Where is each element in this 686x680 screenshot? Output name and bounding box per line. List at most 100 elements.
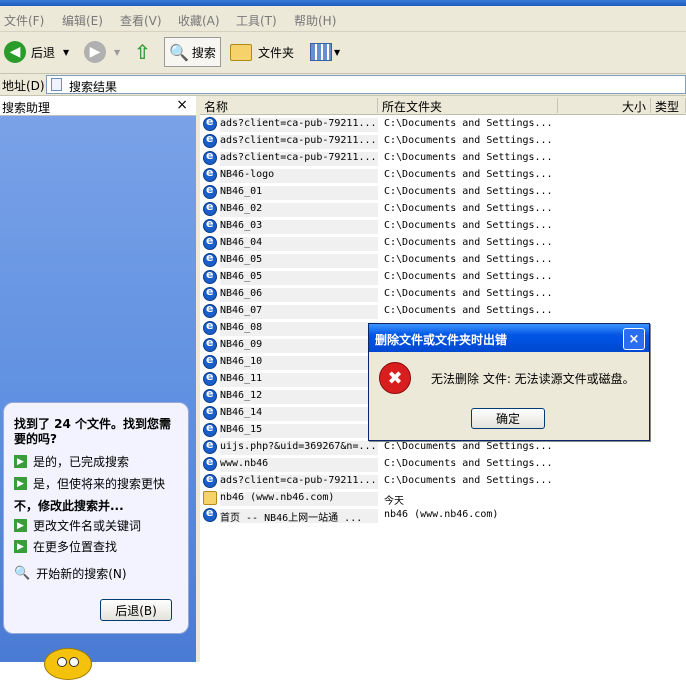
row-name: NB46_08: [220, 322, 378, 336]
column-type[interactable]: 类型: [651, 98, 686, 114]
table-row[interactable]: NB46_01 C:\Documents and Settings...: [200, 183, 686, 201]
pane-header: 搜索助理 ×: [0, 96, 196, 116]
folders-button[interactable]: 文件夹: [230, 37, 294, 67]
row-name: NB46_01: [220, 186, 378, 200]
row-name: NB46_02: [220, 203, 378, 217]
address-field[interactable]: 搜索结果: [46, 75, 686, 94]
assistant-back-button[interactable]: 后退(B): [100, 599, 172, 621]
arrow-right-icon: ▶: [14, 519, 27, 532]
table-row[interactable]: NB46_04 C:\Documents and Settings...: [200, 234, 686, 252]
menu-favorites[interactable]: 收藏(A): [178, 12, 220, 29]
address-value: 搜索结果: [69, 80, 118, 94]
row-name: NB46_03: [220, 220, 378, 234]
dialog-title: 删除文件或文件夹时出错: [375, 333, 508, 347]
found-message: 找到了 24 个文件。找到您需要的吗?: [14, 417, 172, 446]
row-name: NB46_06: [220, 288, 378, 302]
row-folder: C:\Documents and Settings...: [384, 152, 553, 163]
table-row[interactable]: nb46 (www.nb46.com) 今天: [200, 490, 686, 507]
table-row[interactable]: NB46_03 C:\Documents and Settings...: [200, 217, 686, 235]
option-faster[interactable]: ▶ 是，但使将来的搜索更快: [14, 475, 165, 492]
row-name: NB46_14: [220, 407, 378, 421]
up-folder-button[interactable]: ⇧: [134, 37, 151, 67]
table-row[interactable]: NB46_02 C:\Documents and Settings...: [200, 200, 686, 218]
menu-file[interactable]: 文件(F): [4, 12, 44, 29]
ie-document-icon: [203, 285, 217, 301]
row-folder: C:\Documents and Settings...: [384, 305, 553, 316]
ie-document-icon: [203, 336, 217, 352]
ie-document-icon: [203, 149, 217, 165]
column-size[interactable]: 大小: [558, 98, 651, 114]
row-folder: C:\Documents and Settings...: [384, 135, 553, 146]
forward-arrow-icon: ▶: [84, 41, 106, 63]
folder-icon: [203, 491, 217, 505]
ok-button[interactable]: 确定: [471, 408, 545, 429]
option-label: 更改文件名或关键词: [33, 519, 142, 533]
ie-document-icon: [203, 251, 217, 267]
table-row[interactable]: NB46_05 C:\Documents and Settings...: [200, 268, 686, 286]
address-label: 地址(D): [2, 79, 45, 93]
row-name: NB46_05: [220, 254, 378, 268]
close-icon[interactable]: ×: [623, 328, 645, 350]
row-name: ads?client=ca-pub-79211...: [220, 152, 378, 166]
ie-document-icon: [203, 217, 217, 233]
search-button[interactable]: 🔍 搜索: [164, 37, 221, 67]
row-folder: C:\Documents and Settings...: [384, 220, 553, 231]
menu-edit[interactable]: 编辑(E): [62, 12, 103, 29]
row-folder: 今天: [384, 496, 404, 507]
row-folder: C:\Documents and Settings...: [384, 237, 553, 248]
arrow-right-icon: ▶: [14, 477, 27, 490]
menu-view[interactable]: 查看(V): [120, 12, 162, 29]
refine-header: 不，修改此搜索并...: [14, 499, 124, 513]
option-change-name[interactable]: ▶ 更改文件名或关键词: [14, 517, 141, 534]
row-name: ads?client=ca-pub-79211...: [220, 475, 378, 489]
column-name[interactable]: 名称: [200, 98, 378, 114]
search-assistant-pane: 搜索助理 × 找到了 24 个文件。找到您需要的吗? ▶ 是的，已完成搜索 ▶ …: [0, 96, 196, 680]
row-folder: C:\Documents and Settings...: [384, 271, 553, 282]
forward-button[interactable]: ▶ ▼: [84, 37, 120, 67]
ie-document-icon: [203, 183, 217, 199]
close-icon[interactable]: ×: [176, 97, 188, 113]
row-name: ads?client=ca-pub-79211...: [220, 135, 378, 149]
table-row[interactable]: ads?client=ca-pub-79211... C:\Documents a…: [200, 149, 686, 167]
address-bar: 地址(D) 搜索结果: [0, 74, 686, 96]
chevron-down-icon[interactable]: ▼: [63, 48, 69, 57]
ie-document-icon: [203, 234, 217, 250]
table-row[interactable]: ads?client=ca-pub-79211... C:\Documents a…: [200, 115, 686, 133]
column-folder[interactable]: 所在文件夹: [378, 98, 558, 114]
views-button[interactable]: ▼: [310, 37, 340, 67]
row-folder: C:\Documents and Settings...: [384, 475, 553, 486]
back-button[interactable]: ◀ 后退 ▼: [4, 37, 69, 67]
row-name: NB46-logo: [220, 169, 378, 183]
arrow-right-icon: ▶: [14, 455, 27, 468]
row-name: 首页 -- NB46上网一站通 ...: [220, 509, 378, 523]
new-search-link[interactable]: 🔍 开始新的搜索(N): [14, 565, 127, 582]
table-row[interactable]: 首页 -- NB46上网一站通 ... nb46 (www.nb46.com): [200, 506, 686, 524]
table-row[interactable]: ads?client=ca-pub-79211... C:\Documents a…: [200, 132, 686, 150]
eye-icon: [69, 657, 79, 667]
table-row[interactable]: NB46_05 C:\Documents and Settings...: [200, 251, 686, 269]
chevron-down-icon[interactable]: ▼: [334, 48, 340, 57]
table-row[interactable]: NB46-logo C:\Documents and Settings...: [200, 166, 686, 184]
table-row[interactable]: www.nb46 C:\Documents and Settings...: [200, 455, 686, 473]
search-companion-dog-icon[interactable]: [44, 648, 92, 680]
option-done[interactable]: ▶ 是的，已完成搜索: [14, 453, 129, 470]
option-more-locations[interactable]: ▶ 在更多位置查找: [14, 538, 117, 555]
table-row[interactable]: NB46_07 C:\Documents and Settings...: [200, 302, 686, 320]
back-label: 后退: [31, 45, 56, 60]
chevron-down-icon[interactable]: ▼: [114, 48, 120, 57]
table-row[interactable]: ads?client=ca-pub-79211... C:\Documents a…: [200, 472, 686, 490]
row-name: NB46_09: [220, 339, 378, 353]
table-row[interactable]: NB46_06 C:\Documents and Settings...: [200, 285, 686, 303]
option-label: 是，但使将来的搜索更快: [33, 477, 166, 491]
table-row[interactable]: uijs.php?&uid=369267&n=... C:\Documents a…: [200, 438, 686, 456]
back-arrow-icon: ◀: [4, 41, 26, 63]
new-search-label: 开始新的搜索(N): [36, 567, 127, 581]
menu-help[interactable]: 帮助(H): [294, 12, 336, 29]
row-name: NB46_07: [220, 305, 378, 319]
up-arrow-icon: ⇧: [134, 40, 151, 64]
row-name: ads?client=ca-pub-79211...: [220, 118, 378, 132]
menu-tools[interactable]: 工具(T): [236, 12, 277, 29]
row-name: www.nb46: [220, 458, 378, 472]
ie-document-icon: [203, 268, 217, 284]
row-folder: nb46 (www.nb46.com): [384, 509, 499, 520]
